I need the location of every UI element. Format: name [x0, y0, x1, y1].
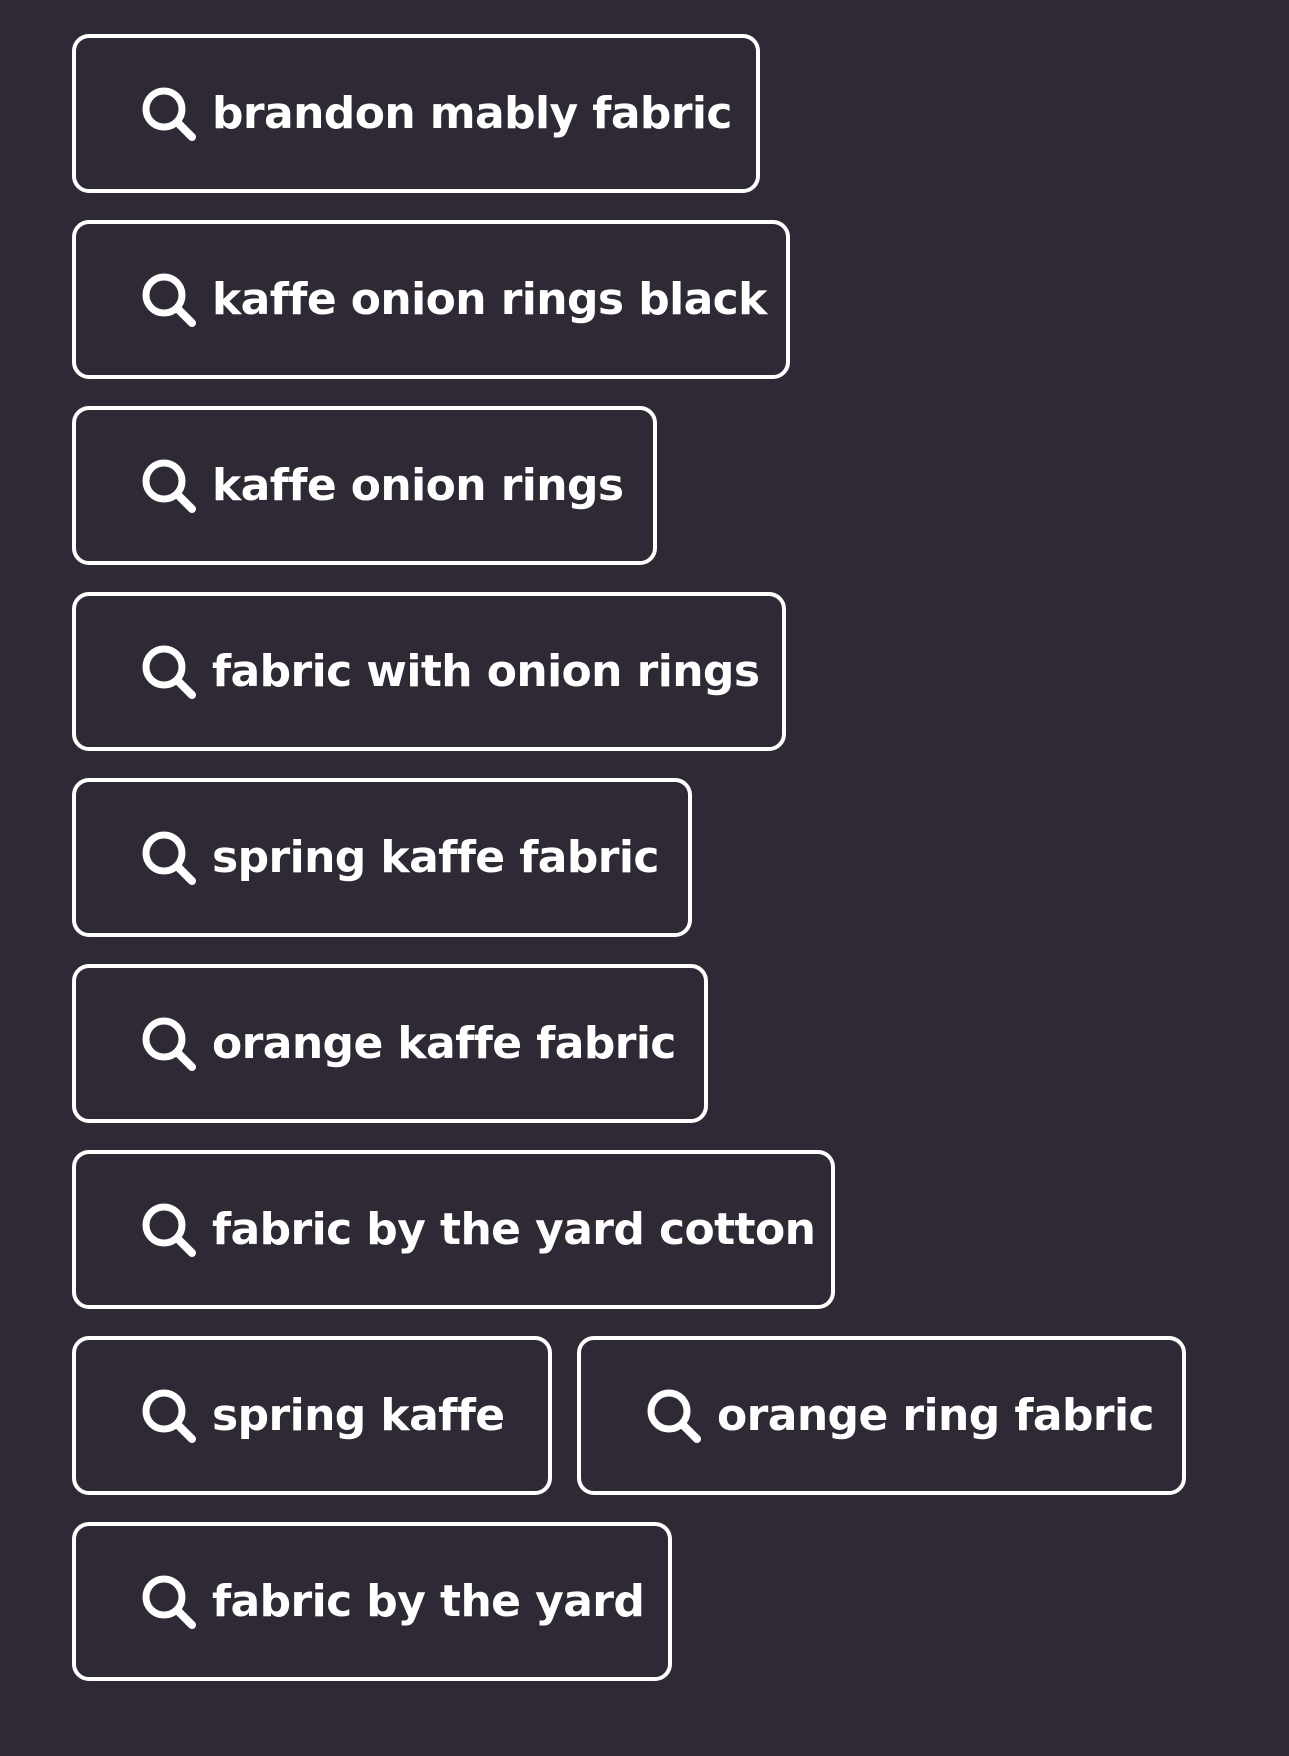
search-icon: [140, 1201, 198, 1259]
search-suggestion-label: kaffe onion rings: [212, 459, 624, 511]
search-suggestion-label: orange kaffe fabric: [212, 1017, 676, 1069]
related-searches-list: brandon mably fabric kaffe onion rings b…: [0, 0, 1289, 1756]
search-icon: [140, 271, 198, 329]
search-suggestion-chip[interactable]: orange kaffe fabric: [72, 964, 708, 1123]
search-suggestion-chip[interactable]: kaffe onion rings: [72, 406, 657, 565]
search-suggestion-chip[interactable]: spring kaffe: [72, 1336, 552, 1495]
search-suggestion-chip[interactable]: fabric by the yard cotton: [72, 1150, 835, 1309]
search-suggestion-label: brandon mably fabric: [212, 87, 732, 139]
search-suggestion-chip[interactable]: brandon mably fabric: [72, 34, 760, 193]
search-icon: [140, 643, 198, 701]
search-suggestion-label: spring kaffe: [212, 1389, 505, 1441]
search-suggestion-chip[interactable]: spring kaffe fabric: [72, 778, 692, 937]
search-icon: [140, 1015, 198, 1073]
search-suggestion-label: fabric by the yard: [212, 1575, 645, 1627]
search-suggestion-chip[interactable]: kaffe onion rings black: [72, 220, 790, 379]
search-suggestion-label: fabric with onion rings: [212, 645, 760, 697]
search-icon: [645, 1387, 703, 1445]
search-icon: [140, 829, 198, 887]
search-icon: [140, 1387, 198, 1445]
search-suggestion-chip[interactable]: orange ring fabric: [577, 1336, 1186, 1495]
search-suggestion-label: spring kaffe fabric: [212, 831, 659, 883]
search-suggestion-chip[interactable]: fabric with onion rings: [72, 592, 786, 751]
search-icon: [140, 457, 198, 515]
search-suggestion-chip[interactable]: fabric by the yard: [72, 1522, 672, 1681]
search-suggestion-label: kaffe onion rings black: [212, 273, 767, 325]
search-icon: [140, 85, 198, 143]
search-icon: [140, 1573, 198, 1631]
search-suggestion-label: orange ring fabric: [717, 1389, 1155, 1441]
search-suggestion-label: fabric by the yard cotton: [212, 1203, 816, 1255]
